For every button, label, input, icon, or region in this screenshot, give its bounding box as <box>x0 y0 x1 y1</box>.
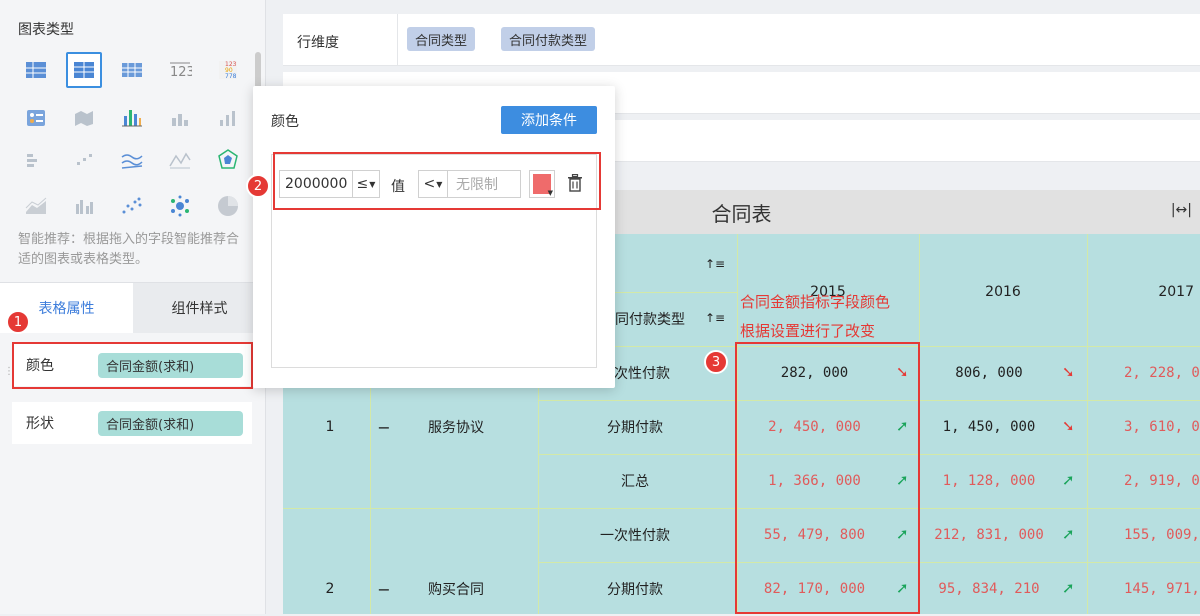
sort-icon[interactable]: ↑≡ <box>700 298 730 338</box>
popup-title: 颜色 <box>271 114 299 130</box>
step-badge-2: 2 <box>246 174 270 198</box>
caret-down-icon: ▼ <box>369 179 376 189</box>
value-2016-cell: 1, 450, 000 <box>942 419 1036 435</box>
shape-property-row[interactable]: 形状 合同金额(求和) <box>12 402 252 444</box>
arrow-up-icon: ➚ <box>1062 579 1075 597</box>
delete-icon[interactable] <box>567 173 583 196</box>
step-badge-3: 3 <box>704 350 728 374</box>
contract-type-cell: 服务协议 <box>428 420 484 436</box>
colored-table-icon[interactable]: 123 90 778 <box>210 52 246 88</box>
shape-label: 形状 <box>26 416 54 432</box>
annotation-line-1: 合同金额指标字段颜色 <box>740 293 891 311</box>
tab-component-style[interactable]: 组件样式 <box>133 283 266 333</box>
col-header-2016: 2016 <box>985 284 1021 300</box>
row-index: 1 <box>325 419 335 435</box>
dot-matrix-icon[interactable] <box>18 142 54 178</box>
panel-tabs: 表格属性 组件样式 <box>0 282 266 333</box>
arrow-up-icon: ➚ <box>1062 471 1075 489</box>
grouped-bar-icon[interactable] <box>66 188 102 224</box>
payment-type-cell: 分期付款 <box>607 582 663 598</box>
arrow-up-icon: ➚ <box>1062 525 1075 543</box>
value-2017-cell: 145, 971, 000 <box>1124 581 1200 597</box>
tag-contract-type[interactable]: 合同类型 <box>407 27 476 51</box>
shape-field-pill[interactable]: 合同金额(求和) <box>98 410 243 436</box>
chart-type-title: 图表类型 <box>18 22 74 38</box>
payment-type-cell: 一次性付款 <box>600 528 670 544</box>
highlight-box-2015 <box>735 342 920 614</box>
step-badge-1: 1 <box>6 310 30 334</box>
bar-icon[interactable] <box>162 100 198 136</box>
divider <box>397 14 398 66</box>
tag-payment-type[interactable]: 合同付款类型 <box>501 27 596 51</box>
pie-icon[interactable] <box>210 188 246 224</box>
value-2016-cell: 1, 128, 000 <box>942 473 1036 489</box>
row-dimension-label: 行维度 <box>297 35 339 51</box>
operator-1: ≤ <box>356 176 369 192</box>
cross-table-icon[interactable] <box>66 52 102 88</box>
condition-value-input[interactable]: 2000000 <box>279 170 353 198</box>
value-2017-cell: 155, 009, 800 <box>1124 527 1200 543</box>
radar-icon[interactable] <box>210 142 246 178</box>
annotation-line-2: 根据设置进行了改变 <box>740 322 876 340</box>
caret-down-icon: ▼ <box>547 189 553 197</box>
value-2017-cell: 3, 610, 000 <box>1124 419 1200 435</box>
value-2016-cell: 212, 831, 000 <box>934 527 1044 543</box>
stacked-bar-icon[interactable] <box>114 100 150 136</box>
col-header-2017: 2017 <box>1158 284 1194 300</box>
operator-select-2[interactable]: < ▼ <box>418 170 448 198</box>
map-icon[interactable] <box>66 100 102 136</box>
caret-down-icon: ▼ <box>436 179 443 189</box>
bubble-icon[interactable] <box>162 188 198 224</box>
detail-table-icon[interactable] <box>114 52 150 88</box>
table-title: 合同表 <box>711 201 772 226</box>
highlight-box-color <box>12 342 253 389</box>
value-label: 值 <box>391 179 405 195</box>
upper-bound-input[interactable]: 无限制 <box>447 170 521 198</box>
collapse-icon[interactable]: − <box>372 400 396 454</box>
row-dimension-bar: 行维度 合同类型 合同付款类型 <box>283 14 1200 66</box>
color-condition-popup: 颜色 添加条件 2000000 ≤ ▼ 值 < ▼ 无限制 ▼ <box>253 86 615 388</box>
value-2016-cell: 806, 000 <box>955 365 1023 381</box>
operator-2: < <box>423 176 436 192</box>
add-condition-button[interactable]: 添加条件 <box>501 106 597 134</box>
collapse-icon[interactable]: − <box>372 562 396 616</box>
svg-text:778: 778 <box>225 73 237 80</box>
smart-recommend-tip: 智能推荐：根据拖入的字段智能推荐合适的图表或表格类型。 <box>18 232 240 267</box>
left-panel: 图表类型 智能推荐：根据拖入的字段智能推荐合适的图表或表格类型。 表格属性 组件… <box>0 0 266 614</box>
row-index: 2 <box>325 581 335 597</box>
line-icon[interactable] <box>162 142 198 178</box>
color-swatch-picker[interactable]: ▼ <box>529 170 555 198</box>
table-icon[interactable] <box>18 52 54 88</box>
expand-icon[interactable]: |↔| <box>1171 202 1192 218</box>
arrow-down-icon: ➘ <box>1062 417 1075 435</box>
contract-type-cell: 购买合同 <box>428 582 484 598</box>
kpi-icon[interactable] <box>18 100 54 136</box>
area-icon[interactable] <box>18 188 54 224</box>
annotation-text: 合同金额指标字段颜色 根据设置进行了改变 <box>740 288 890 346</box>
column-icon[interactable] <box>210 100 246 136</box>
number-icon[interactable]: 123 <box>162 52 198 88</box>
arrow-down-icon: ➘ <box>1062 363 1075 381</box>
svg-text:123: 123 <box>170 65 192 80</box>
operator-select-1[interactable]: ≤ ▼ <box>352 170 380 198</box>
scatter-icon[interactable] <box>114 188 150 224</box>
sort-icon[interactable]: ↑≡ <box>700 244 730 284</box>
value-2016-cell: 95, 834, 210 <box>938 581 1040 597</box>
value-2017-cell: 2, 228, 000 <box>1124 365 1200 381</box>
payment-type-cell: 汇总 <box>621 474 649 490</box>
payment-type-cell: 分期付款 <box>607 420 663 436</box>
multi-line-icon[interactable] <box>114 142 150 178</box>
value-2017-cell: 2, 919, 000 <box>1124 473 1200 489</box>
scatter-small-icon[interactable] <box>66 142 102 178</box>
